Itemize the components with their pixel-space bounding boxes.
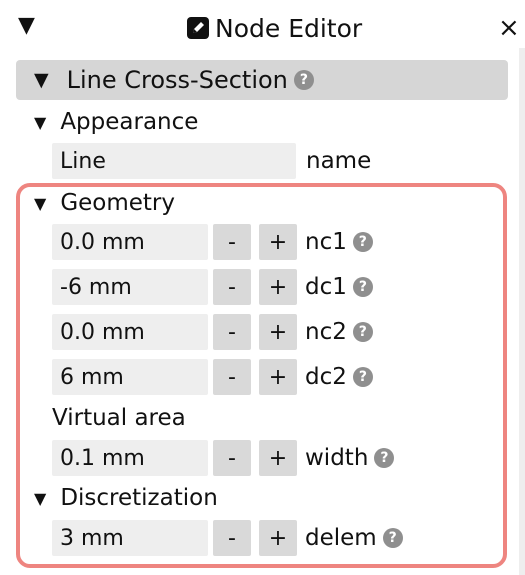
triangle-down-icon: ▼ (34, 112, 47, 132)
help-icon[interactable]: ? (293, 70, 314, 90)
nc2-increment-button[interactable]: + (259, 314, 297, 350)
delem-input[interactable]: 3 mm (52, 520, 208, 556)
nc1-input[interactable]: 0.0 mm (52, 224, 208, 260)
geometry-heading: Geometry (60, 190, 175, 216)
triangle-down-icon: ▼ (34, 488, 47, 508)
nc1-decrement-button[interactable]: - (213, 224, 251, 260)
nc2-label: nc2 (305, 319, 347, 345)
width-label-group: width ? (305, 440, 395, 476)
nc1-label-group: nc1 ? (305, 224, 373, 260)
discretization-heading: Discretization (60, 485, 218, 511)
help-icon[interactable]: ? (352, 277, 373, 297)
help-icon[interactable]: ? (374, 448, 395, 468)
dc1-input[interactable]: -6 mm (52, 269, 208, 305)
appearance-heading: Appearance (60, 109, 199, 135)
width-increment-button[interactable]: + (259, 440, 297, 476)
appearance-header[interactable]: ▼ Appearance (34, 106, 198, 138)
triangle-down-icon: ▼ (34, 69, 49, 91)
name-label: name (306, 148, 372, 174)
collapse-window-icon[interactable]: ▼ (18, 14, 35, 38)
dc1-decrement-button[interactable]: - (213, 269, 251, 305)
dc2-decrement-button[interactable]: - (213, 359, 251, 395)
nc1-increment-button[interactable]: + (259, 224, 297, 260)
close-icon[interactable]: × (498, 14, 520, 42)
dc2-label-group: dc2 ? (305, 359, 373, 395)
nc2-decrement-button[interactable]: - (213, 314, 251, 350)
triangle-down-icon: ▼ (34, 193, 47, 213)
delem-increment-button[interactable]: + (259, 520, 297, 556)
help-icon[interactable]: ? (382, 528, 403, 548)
section-title: Line Cross-Section (66, 66, 288, 94)
nc1-label: nc1 (305, 229, 347, 255)
edit-pencil-icon (187, 17, 209, 39)
delem-label: delem (305, 525, 377, 551)
help-icon[interactable]: ? (352, 232, 373, 252)
geometry-header[interactable]: ▼ Geometry (34, 187, 175, 219)
delem-decrement-button[interactable]: - (213, 520, 251, 556)
discretization-header[interactable]: ▼ Discretization (34, 482, 218, 514)
dc1-label: dc1 (305, 274, 347, 300)
dc2-label: dc2 (305, 364, 347, 390)
virtual-area-label: Virtual area (52, 405, 186, 431)
width-input[interactable]: 0.1 mm (52, 440, 208, 476)
window-title: Node Editor (215, 13, 363, 43)
dc2-increment-button[interactable]: + (259, 359, 297, 395)
nc2-input[interactable]: 0.0 mm (52, 314, 208, 350)
window-title-area: Node Editor (187, 13, 363, 43)
nc2-label-group: nc2 ? (305, 314, 373, 350)
window-right-edge (519, 48, 525, 575)
help-icon[interactable]: ? (352, 367, 373, 387)
name-input[interactable]: Line (52, 143, 296, 179)
dc2-input[interactable]: 6 mm (52, 359, 208, 395)
section-header-line-cross-section[interactable]: ▼ Line Cross-Section ? (16, 60, 508, 100)
width-label: width (305, 445, 369, 471)
help-icon[interactable]: ? (352, 322, 373, 342)
dc1-label-group: dc1 ? (305, 269, 373, 305)
delem-label-group: delem ? (305, 520, 403, 556)
dc1-increment-button[interactable]: + (259, 269, 297, 305)
width-decrement-button[interactable]: - (213, 440, 251, 476)
